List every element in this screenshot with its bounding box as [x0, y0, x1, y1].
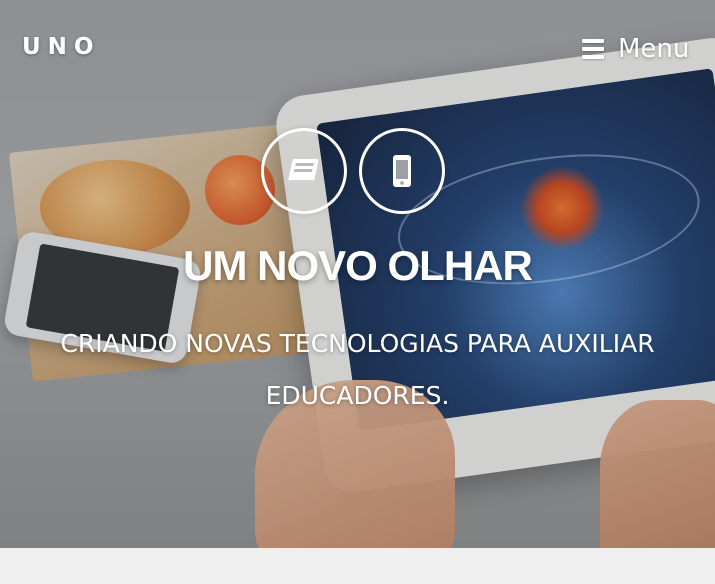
brand-logo[interactable]: UNO [22, 34, 100, 60]
hero-tagline: CRIANDO NOVAS TECNOLOGIAS PARA AUXILIAR … [60, 329, 655, 410]
menu-label: Menu [618, 34, 690, 64]
mobile-phone-icon [359, 128, 445, 214]
hero-headline: UM NOVO OLHAR [183, 242, 533, 289]
hero-section: UNO Menu UM NOVO OLHAR CRIANDO NOVAS TEC… [0, 0, 715, 548]
hamburger-icon [582, 39, 604, 59]
book-icon [261, 128, 347, 214]
below-hero-section [0, 548, 715, 584]
menu-button[interactable]: Menu [582, 34, 689, 64]
